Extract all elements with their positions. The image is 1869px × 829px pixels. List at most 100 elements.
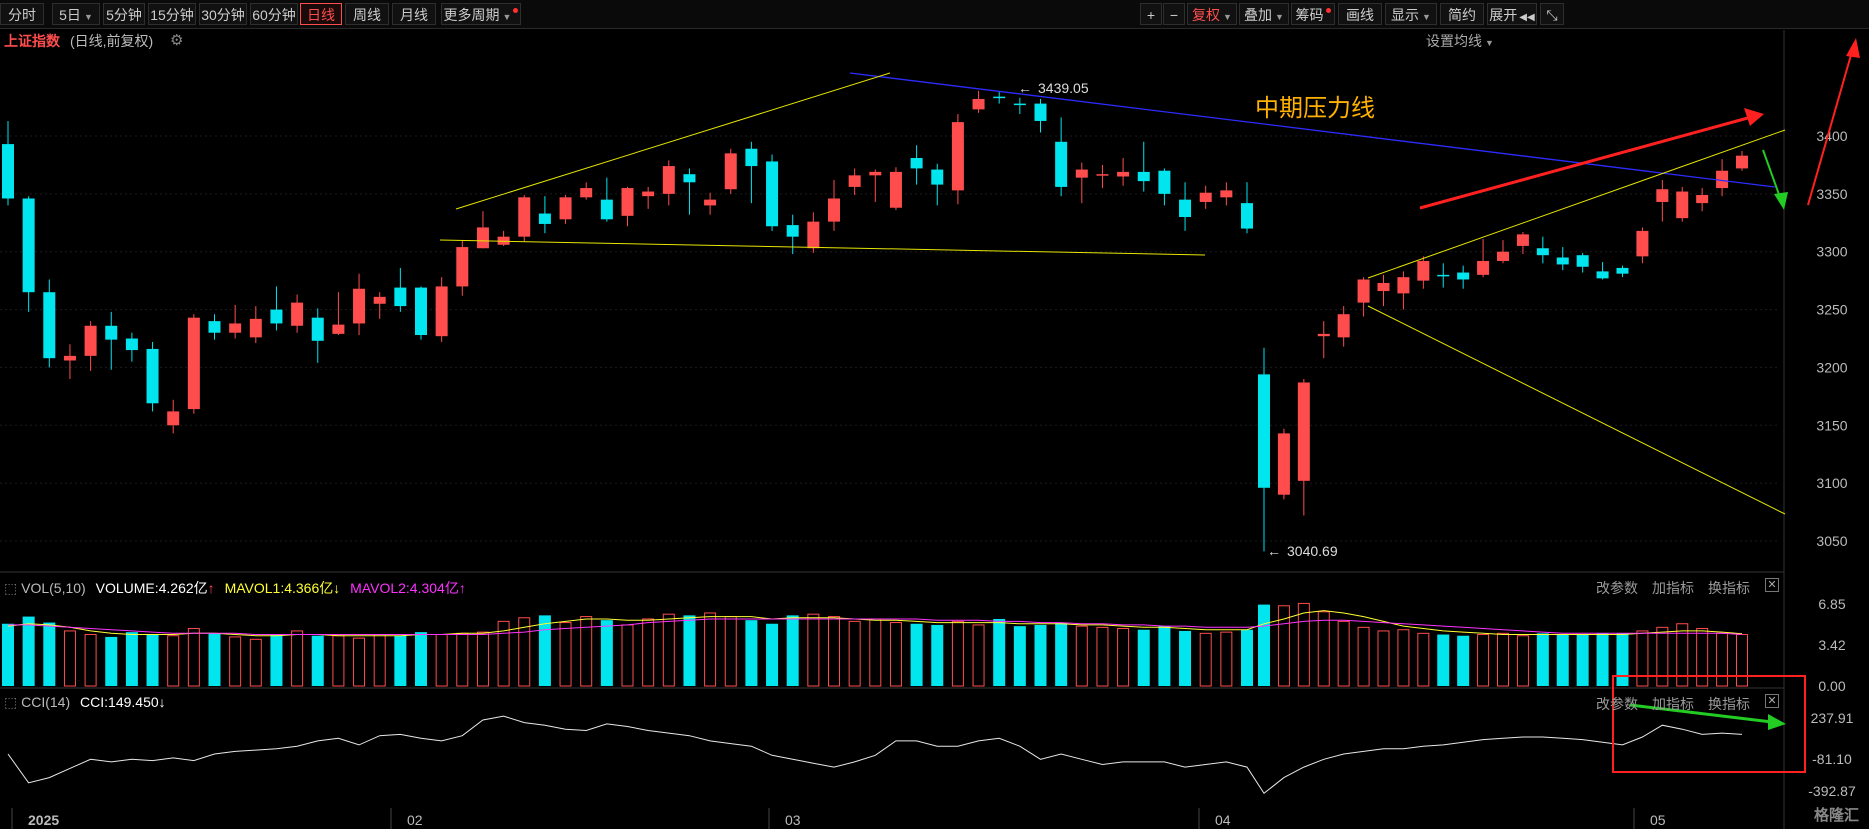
candle-body bbox=[22, 198, 35, 293]
vol-header: ⬚ VOL(5,10) VOLUME:4.262亿↑ MAVOL1:4.366亿… bbox=[4, 578, 466, 598]
vol-volume-value: VOLUME:4.262亿 bbox=[95, 580, 208, 596]
vol-tick-label: 0.00 bbox=[1818, 678, 1845, 694]
candle-body bbox=[249, 318, 262, 338]
vol-swap-indicator-button[interactable]: 换指标 bbox=[1708, 578, 1750, 598]
volume-bar bbox=[786, 615, 799, 686]
candle-body bbox=[1013, 103, 1026, 106]
candle-body bbox=[889, 171, 902, 208]
low-price-label: 3040.69 bbox=[1287, 543, 1338, 559]
candle-body bbox=[621, 188, 634, 216]
candles bbox=[2, 90, 1748, 552]
candle-body bbox=[600, 199, 613, 220]
cci-panel: 237.91 -81.10 -392.87 bbox=[7, 675, 1856, 799]
volume-bar bbox=[621, 624, 634, 687]
volume-bar bbox=[1437, 634, 1450, 686]
down-arrow-icon: ↓ bbox=[333, 580, 341, 596]
candle-body bbox=[766, 161, 779, 227]
candle-body bbox=[1034, 103, 1047, 121]
candle-body bbox=[43, 292, 56, 359]
candle-body bbox=[642, 191, 655, 197]
candle-body bbox=[456, 247, 469, 287]
x-tick-label: 04 bbox=[1215, 812, 1231, 828]
volume-bar bbox=[249, 638, 262, 687]
candle-body bbox=[1736, 155, 1748, 169]
candle-body bbox=[1696, 195, 1709, 204]
vol-add-indicator-button[interactable]: 加指标 bbox=[1652, 578, 1694, 598]
red-arrow-head bbox=[1744, 108, 1764, 126]
volume-bar bbox=[1716, 632, 1729, 687]
watermark-logo: 格隆汇 bbox=[1813, 807, 1859, 824]
candle-body bbox=[951, 122, 964, 191]
volume-bar bbox=[394, 635, 407, 686]
volume-bar bbox=[1258, 604, 1270, 686]
cci-settings-icon[interactable]: ⬚ bbox=[4, 694, 17, 710]
volume-bar bbox=[415, 632, 427, 686]
candle-body bbox=[1220, 190, 1233, 198]
candle-body bbox=[1179, 199, 1192, 217]
volume-bar bbox=[724, 616, 737, 687]
candle-body bbox=[1457, 272, 1470, 280]
volume-bar bbox=[1357, 626, 1370, 687]
candle-body bbox=[1636, 230, 1649, 257]
volume-bar bbox=[1158, 626, 1171, 686]
volume-bar bbox=[1656, 626, 1669, 687]
candle-body bbox=[394, 287, 407, 307]
candle-body bbox=[1596, 271, 1609, 279]
candle-body bbox=[2, 144, 14, 199]
candle-body bbox=[1656, 189, 1669, 202]
candle-body bbox=[125, 338, 138, 351]
candle-body bbox=[1117, 171, 1130, 177]
volume-bar bbox=[1034, 624, 1047, 686]
volume-bar bbox=[889, 622, 902, 687]
candle-body bbox=[828, 198, 840, 222]
volume-bar bbox=[1576, 634, 1589, 686]
vol-close-icon[interactable]: ✕ bbox=[1765, 578, 1779, 592]
candle-body bbox=[167, 411, 180, 426]
cci-add-indicator-button[interactable]: 加指标 bbox=[1652, 694, 1694, 714]
y-tick-label: 3200 bbox=[1816, 359, 1847, 375]
volume-bar bbox=[1536, 633, 1549, 686]
volume-bar bbox=[1055, 622, 1068, 686]
vol-settings-icon[interactable]: ⬚ bbox=[4, 580, 17, 596]
volume-bar bbox=[1497, 632, 1509, 687]
volume-bar bbox=[43, 622, 56, 686]
cci-tick-label: -81.10 bbox=[1812, 751, 1852, 767]
volume-bar bbox=[435, 634, 448, 687]
cci-close-icon[interactable]: ✕ bbox=[1765, 694, 1779, 708]
vol-tick-label: 6.85 bbox=[1818, 596, 1845, 612]
volume-bar bbox=[187, 628, 200, 687]
volume-bar bbox=[807, 613, 820, 687]
volume-bar bbox=[373, 634, 386, 687]
volume-bar bbox=[683, 615, 696, 686]
candle-body bbox=[559, 197, 572, 220]
pressure-line-label: 中期压力线 bbox=[1255, 95, 1375, 122]
vol-tick-label: 3.42 bbox=[1818, 637, 1845, 653]
volume-bar bbox=[828, 616, 840, 687]
volume-bar bbox=[1696, 628, 1709, 687]
x-tick-label: 2025 bbox=[28, 812, 59, 828]
vol-params-button[interactable]: 改参数 bbox=[1596, 578, 1638, 598]
volume-bar bbox=[84, 634, 97, 687]
candle-body bbox=[518, 197, 531, 237]
volume-bar bbox=[1297, 602, 1310, 687]
candle-body bbox=[869, 171, 882, 176]
candle-body bbox=[1317, 333, 1330, 337]
candle-body bbox=[84, 325, 97, 356]
y-tick-label: 3050 bbox=[1816, 533, 1847, 549]
volume-bar bbox=[332, 635, 345, 687]
candle-body bbox=[1357, 279, 1370, 303]
y-tick-label: 3100 bbox=[1816, 475, 1847, 491]
candle-body bbox=[1417, 260, 1430, 281]
volume-bar bbox=[869, 618, 882, 687]
left-arrow-icon: ← bbox=[1267, 543, 1281, 559]
cci-params-button[interactable]: 改参数 bbox=[1596, 694, 1638, 714]
cci-swap-indicator-button[interactable]: 换指标 bbox=[1708, 694, 1750, 714]
candle-body bbox=[931, 169, 944, 185]
volume-bar bbox=[146, 634, 159, 686]
pressure-trendline bbox=[849, 72, 1776, 188]
chart-svg: 3400 3350 3300 3250 3200 3150 3100 3050 中期压力线 34… bbox=[0, 30, 1860, 829]
candle-body bbox=[972, 98, 985, 110]
volume-bar bbox=[745, 620, 758, 686]
candle-body bbox=[807, 221, 820, 249]
candle-body bbox=[270, 309, 283, 324]
